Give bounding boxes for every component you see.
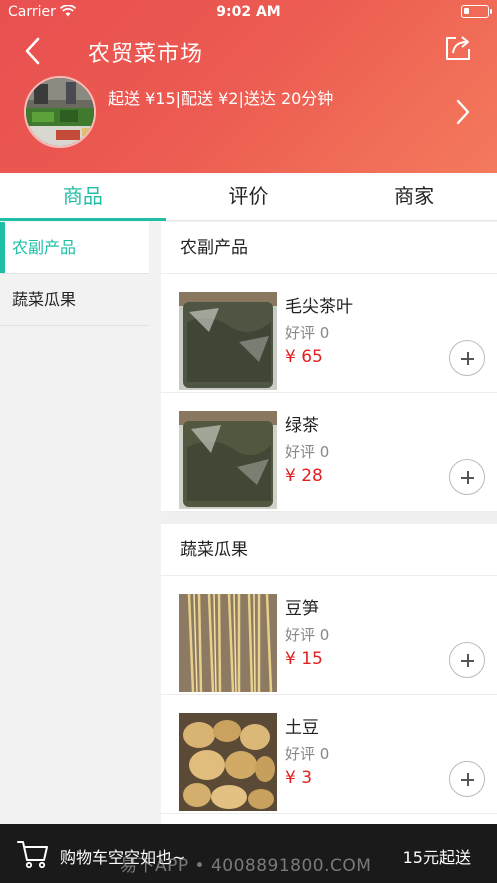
- product-price: ¥ 28: [285, 466, 323, 486]
- list-item[interactable]: 绿茶 好评 0 ¥ 28: [161, 393, 497, 512]
- clock: 9:02 AM: [216, 4, 281, 20]
- product-name: 毛尖茶叶: [285, 297, 353, 317]
- min-delivery-label: 15元起送: [402, 848, 471, 867]
- section-title: 农副产品: [161, 222, 497, 274]
- status-bar: Carrier 9:02 AM: [0, 0, 497, 24]
- sidebar-item-vegetables[interactable]: 蔬菜瓜果: [0, 274, 149, 326]
- product-rating: 好评 0: [285, 324, 330, 342]
- chevron-right-icon[interactable]: [455, 98, 471, 126]
- product-rating: 好评 0: [285, 443, 330, 461]
- product-rating: 好评 0: [285, 745, 330, 763]
- product-price: ¥ 15: [285, 649, 323, 669]
- product-name: 豆笋: [285, 599, 319, 619]
- product-image: [179, 713, 277, 811]
- share-icon[interactable]: [443, 33, 473, 63]
- add-to-cart-button[interactable]: [449, 642, 485, 678]
- add-to-cart-button[interactable]: [449, 761, 485, 797]
- cart-icon[interactable]: [16, 836, 50, 870]
- list-item[interactable]: 豆笋 好评 0 ¥ 15: [161, 576, 497, 695]
- add-to-cart-button[interactable]: [449, 340, 485, 376]
- category-sidebar: 农副产品 蔬菜瓜果: [0, 222, 149, 824]
- back-arrow-icon[interactable]: [20, 35, 48, 67]
- product-price: ¥ 3: [285, 768, 313, 788]
- product-price: ¥ 65: [285, 347, 323, 367]
- watermark: 易下APP • 4008891800.COM: [120, 856, 372, 876]
- product-list[interactable]: 农副产品 毛尖茶叶 好评 0 ¥ 65 绿茶 好评 0 ¥ 28 蔬菜瓜果 豆笋…: [161, 222, 497, 824]
- list-item[interactable]: 毛尖茶叶 好评 0 ¥ 65: [161, 274, 497, 393]
- shop-delivery-info: 起送 ¥15|配送 ¥2|送达 20分钟: [108, 89, 334, 108]
- product-name: 土豆: [285, 718, 319, 738]
- battery-icon: [461, 5, 492, 18]
- page-title: 农贸菜市场: [88, 42, 204, 67]
- product-rating: 好评 0: [285, 626, 330, 644]
- cart-bar[interactable]: 购物车空空如也~ 易下APP • 4008891800.COM 15元起送: [0, 824, 497, 883]
- product-name: 绿茶: [285, 416, 319, 436]
- product-image: [179, 594, 277, 692]
- section-divider: [161, 512, 497, 524]
- tab-reviews[interactable]: 评价: [166, 173, 332, 220]
- add-to-cart-button[interactable]: [449, 459, 485, 495]
- section-title: 蔬菜瓜果: [161, 524, 497, 576]
- shop-avatar[interactable]: [24, 76, 96, 148]
- product-image: [179, 411, 277, 509]
- tab-merchant[interactable]: 商家: [331, 173, 497, 220]
- tab-bar: 商品 评价 商家: [0, 173, 497, 221]
- tab-products[interactable]: 商品: [0, 173, 166, 221]
- sidebar-item-farm-products[interactable]: 农副产品: [0, 222, 149, 274]
- list-item[interactable]: 土豆 好评 0 ¥ 3: [161, 695, 497, 814]
- product-image: [179, 292, 277, 390]
- shop-header: Carrier 9:02 AM 农贸菜市场 起送 ¥15|配送 ¥2|送达 20…: [0, 0, 497, 173]
